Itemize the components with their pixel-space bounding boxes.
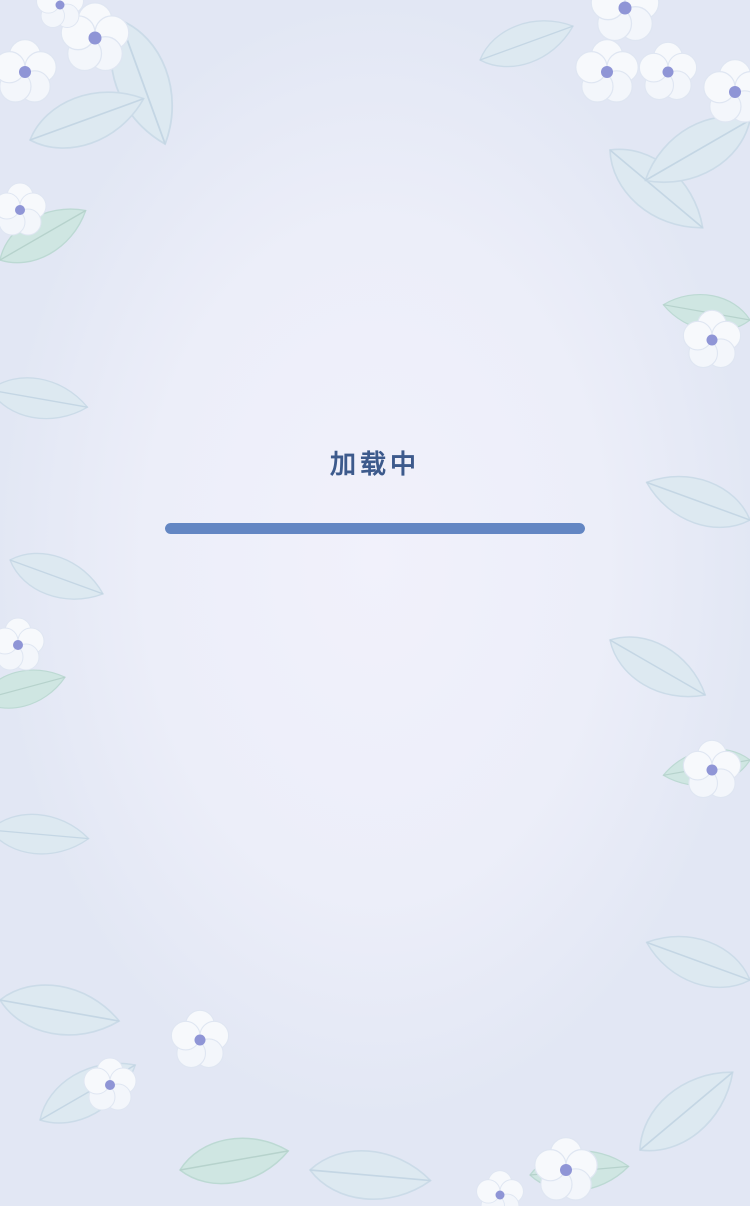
loading-label: 加载中	[329, 450, 420, 480]
loading-screen: 加载中	[0, 0, 750, 1206]
progress-bar-fill	[165, 523, 585, 534]
progress-bar	[165, 523, 585, 534]
